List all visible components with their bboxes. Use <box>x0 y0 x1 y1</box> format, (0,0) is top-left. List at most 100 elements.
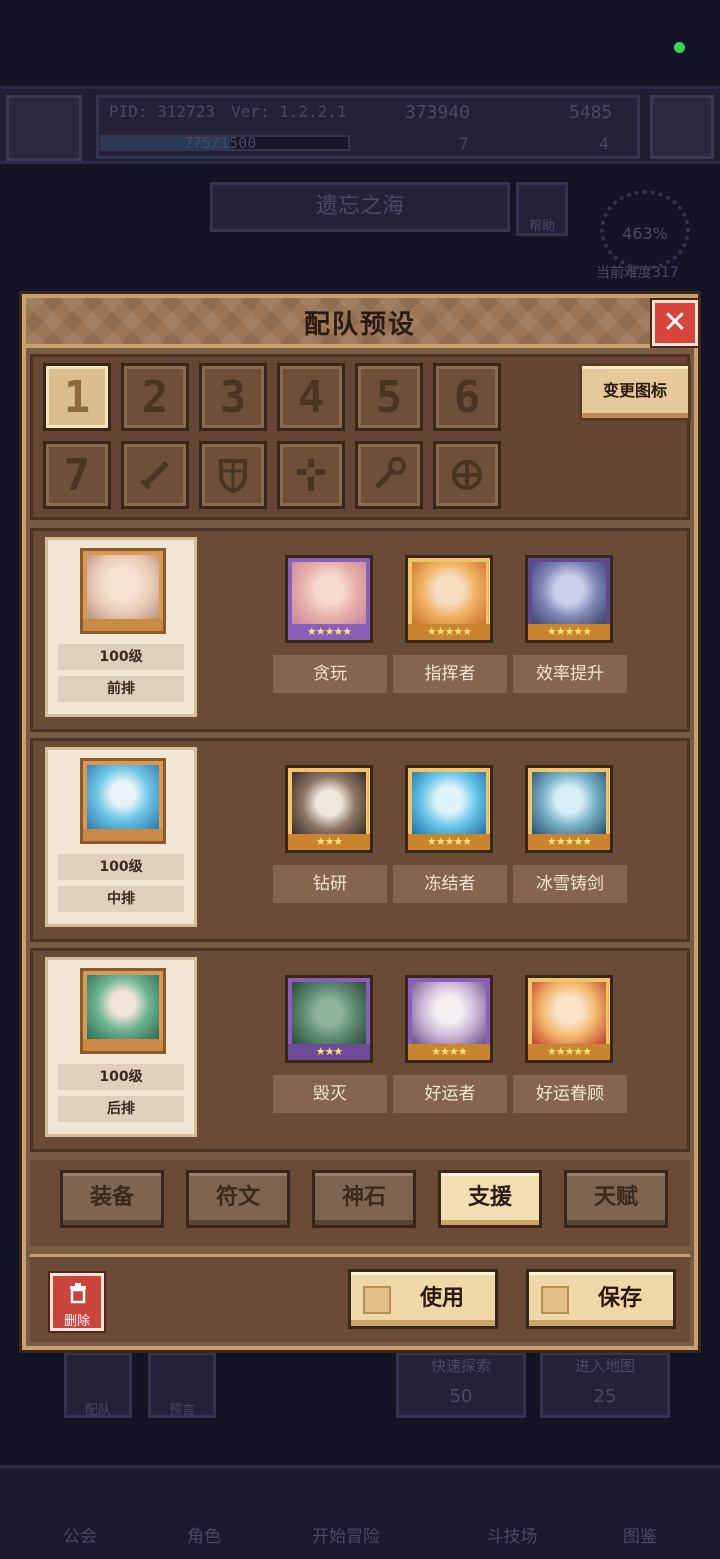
settings-gear-icon[interactable] <box>650 95 714 159</box>
save-icon <box>541 1286 569 1314</box>
lead-level: 100级 <box>58 644 184 670</box>
xp-bar: 775/1500 <box>100 134 350 152</box>
nav-codex[interactable]: 图鉴 <box>590 1522 690 1547</box>
team-button[interactable]: 配队 <box>64 1352 132 1418</box>
nav-guild[interactable]: 公会 <box>30 1522 130 1547</box>
hero-card[interactable]: ★★★★★ <box>525 975 613 1063</box>
shield-icon <box>219 459 247 494</box>
skill-tag[interactable]: 贪玩 <box>273 655 387 693</box>
hero-stars: ★★★★★ <box>528 624 610 640</box>
hero-face <box>412 982 486 1044</box>
help-button[interactable]: 帮助 <box>516 182 568 236</box>
lead-portrait <box>80 968 166 1054</box>
quick-explore-button[interactable]: 快速探索 50 <box>396 1352 526 1418</box>
nav-character[interactable]: 角色 <box>154 1522 254 1547</box>
skill-tag[interactable]: 钻研 <box>273 865 387 903</box>
lead-card[interactable]: 100级 前排 <box>45 537 197 717</box>
skill-tag[interactable]: 毁灭 <box>273 1075 387 1113</box>
preset-slot-shield[interactable] <box>199 441 267 509</box>
lead-level: 100级 <box>58 1064 184 1090</box>
hero-stars: ★★★★★ <box>528 1044 610 1060</box>
sword-icon <box>140 461 169 490</box>
help-label: 帮助 <box>528 219 555 234</box>
lead-level: 100级 <box>58 854 184 880</box>
preset-slot-5[interactable]: 5 <box>355 363 423 431</box>
lead-portrait-base <box>83 619 163 631</box>
dialog-title: 配队预设 <box>303 310 416 340</box>
skill-tag[interactable]: 指挥者 <box>393 655 507 693</box>
close-button[interactable]: ✕ <box>652 300 698 346</box>
lead-portrait <box>80 758 166 844</box>
resource-b-count: 4 <box>599 134 609 153</box>
star-cross-icon <box>452 460 482 490</box>
hero-card[interactable]: ★★★★★ <box>525 555 613 643</box>
nav-arena[interactable]: 斗技场 <box>462 1522 562 1547</box>
change-icon-button[interactable]: 变更图标 <box>579 363 691 421</box>
tab-runes[interactable]: 符文 <box>186 1170 290 1228</box>
prophecy-button[interactable]: 预言 <box>148 1352 216 1418</box>
hero-stars: ★★★★★ <box>528 834 610 850</box>
hero-face <box>292 562 366 624</box>
tab-talent[interactable]: 天赋 <box>564 1170 668 1228</box>
team-row-middle: 100级 中排 ★★★ ★★★★★ ★★★★★ 钻研 冻结者 冰雪铸剑 <box>30 738 690 942</box>
checkbox-icon <box>363 1286 391 1314</box>
preset-slot-1[interactable]: 1 <box>43 363 111 431</box>
nav-start-adventure[interactable]: 开始冒险 <box>296 1522 396 1547</box>
lead-card[interactable]: 100级 中排 <box>45 747 197 927</box>
enter-map-count: 25 <box>593 1386 617 1407</box>
hero-card[interactable]: ★★★★★ <box>405 555 493 643</box>
enter-map-button[interactable]: 进入地图 25 <box>540 1352 670 1418</box>
use-button[interactable]: 使用 <box>348 1269 498 1329</box>
hero-card[interactable]: ★★★★★ <box>525 765 613 853</box>
preset-slot-7[interactable]: 7 <box>43 441 111 509</box>
lead-face <box>87 975 159 1039</box>
skill-tag[interactable]: 冻结者 <box>393 865 507 903</box>
difficulty-percent: 463% <box>622 224 668 243</box>
hero-card[interactable]: ★★★ <box>285 765 373 853</box>
preset-slot-star-cross[interactable] <box>433 441 501 509</box>
game-version: Ver: 1.2.2.1 <box>231 102 347 121</box>
difficulty-dial[interactable]: 463% <box>600 190 690 270</box>
preset-slot-2[interactable]: 2 <box>121 363 189 431</box>
team-row-back: 100级 后排 ★★★ ★★★★ ★★★★★ 毁灭 好运者 好运眷顾 <box>30 948 690 1152</box>
hero-card[interactable]: ★★★★ <box>405 975 493 1063</box>
hero-card[interactable]: ★★★★★ <box>285 555 373 643</box>
lead-portrait-base <box>83 829 163 841</box>
player-id: PID: 312723 <box>109 102 215 121</box>
lead-portrait <box>80 548 166 634</box>
tab-equipment[interactable]: 装备 <box>60 1170 164 1228</box>
preset-slot-4[interactable]: 4 <box>277 363 345 431</box>
preset-slot-sword[interactable] <box>121 441 189 509</box>
hero-stars: ★★★ <box>288 1044 370 1060</box>
close-icon: ✕ <box>662 305 688 340</box>
use-label: 使用 <box>419 1286 464 1311</box>
lead-portrait-base <box>83 1039 163 1051</box>
skill-tag[interactable]: 效率提升 <box>513 655 627 693</box>
preset-slot-6[interactable]: 6 <box>433 363 501 431</box>
skill-tag[interactable]: 好运者 <box>393 1075 507 1113</box>
preset-slot-grid: 1 2 3 4 5 6 变更图标 7 <box>30 354 691 520</box>
player-avatar[interactable] <box>6 95 82 161</box>
hero-face <box>292 982 366 1044</box>
skill-tag[interactable]: 冰雪铸剑 <box>513 865 627 903</box>
hero-stars: ★★★★★ <box>408 834 490 850</box>
preset-slot-cross[interactable] <box>277 441 345 509</box>
dialog-header: 配队预设 <box>26 298 694 348</box>
lead-card[interactable]: 100级 后排 <box>45 957 197 1137</box>
cross-icon <box>297 459 325 491</box>
save-button[interactable]: 保存 <box>526 1269 676 1329</box>
skill-tag[interactable]: 好运眷顾 <box>513 1075 627 1113</box>
delete-button[interactable]: 删除 <box>50 1273 104 1331</box>
hero-card[interactable]: ★★★★★ <box>405 765 493 853</box>
tab-support[interactable]: 支援 <box>438 1170 542 1228</box>
difficulty-label: 当前难度317 <box>596 265 679 281</box>
preset-slot-3[interactable]: 3 <box>199 363 267 431</box>
tab-divine-stone[interactable]: 神石 <box>312 1170 416 1228</box>
gem-count: 5485 <box>569 102 613 123</box>
delete-label: 删除 <box>63 1314 90 1329</box>
team-row-front: 100级 前排 ★★★★★ ★★★★★ ★★★★★ 贪玩 指挥者 效率提升 <box>30 528 690 732</box>
hero-card[interactable]: ★★★ <box>285 975 373 1063</box>
hero-stars: ★★★★ <box>408 1044 490 1060</box>
preset-slot-staff[interactable] <box>355 441 423 509</box>
hero-face <box>412 772 486 834</box>
